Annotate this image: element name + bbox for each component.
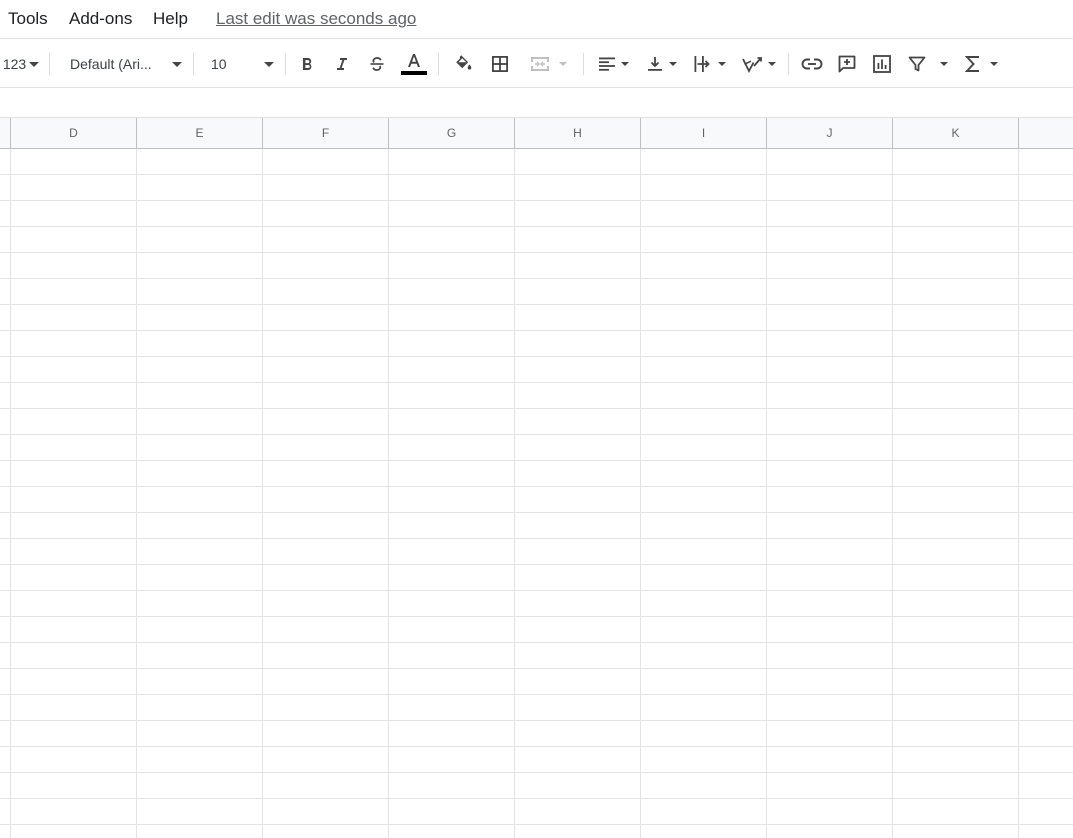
insert-link-button[interactable] xyxy=(797,39,827,89)
column-header-g[interactable]: G xyxy=(389,118,515,148)
filter-icon xyxy=(908,56,926,72)
chevron-down-icon xyxy=(620,62,629,66)
spreadsheet-grid: D E F G H I J K xyxy=(0,118,1073,838)
merge-cells-button[interactable] xyxy=(522,39,574,89)
strikethrough-icon xyxy=(370,57,384,71)
menu-help[interactable]: Help xyxy=(153,9,188,29)
italic-button[interactable] xyxy=(328,39,356,89)
chevron-down-icon xyxy=(717,62,726,66)
bold-button[interactable] xyxy=(293,39,321,89)
column-header-row: D E F G H I J K xyxy=(0,118,1073,149)
column-header-d[interactable]: D xyxy=(11,118,137,148)
borders-icon xyxy=(491,55,508,72)
chevron-down-icon xyxy=(767,62,776,66)
column-header-partial[interactable] xyxy=(0,118,11,148)
toolbar-divider xyxy=(438,53,439,75)
text-wrapping-button[interactable] xyxy=(688,39,730,89)
font-family-value: Default (Ari... xyxy=(70,56,152,72)
chevron-down-icon xyxy=(172,61,182,67)
text-rotation-icon xyxy=(741,57,762,73)
vertical-align-icon xyxy=(647,57,662,71)
insert-chart-button[interactable] xyxy=(868,39,896,89)
link-icon xyxy=(801,58,823,70)
filter-button[interactable] xyxy=(903,39,953,89)
chevron-down-icon xyxy=(989,62,998,66)
toolbar: 123 Default (Ari... 10 xyxy=(0,38,1073,88)
toolbar-divider xyxy=(193,53,194,75)
column-header-f[interactable]: F xyxy=(263,118,389,148)
number-format-label: 123 xyxy=(2,56,27,72)
toolbar-divider xyxy=(49,53,50,75)
functions-button[interactable] xyxy=(960,39,1002,89)
toolbar-divider xyxy=(788,53,789,75)
text-color-icon xyxy=(401,53,427,75)
column-header-i[interactable]: I xyxy=(641,118,767,148)
column-header-j[interactable]: J xyxy=(767,118,893,148)
column-header-e[interactable]: E xyxy=(137,118,263,148)
text-wrapping-icon xyxy=(694,56,710,72)
borders-button[interactable] xyxy=(486,39,514,89)
menu-add-ons[interactable]: Add-ons xyxy=(69,9,132,29)
toolbar-divider xyxy=(583,53,584,75)
cell-area[interactable] xyxy=(0,149,1073,838)
font-family-select[interactable]: Default (Ari... xyxy=(64,39,188,89)
font-size-select[interactable]: 10 xyxy=(205,39,280,89)
insert-comment-button[interactable] xyxy=(833,39,861,89)
vertical-align-button[interactable] xyxy=(640,39,682,89)
font-size-value: 10 xyxy=(211,56,227,72)
chevron-down-icon xyxy=(559,62,567,66)
bold-icon xyxy=(303,58,312,70)
chevron-down-icon xyxy=(668,62,677,66)
strikethrough-button[interactable] xyxy=(363,39,391,89)
chevron-down-icon xyxy=(264,61,274,67)
fill-color-button[interactable] xyxy=(448,39,478,89)
chart-icon xyxy=(873,55,891,73)
horizontal-align-button[interactable] xyxy=(592,39,634,89)
chevron-down-icon xyxy=(29,61,40,67)
functions-icon xyxy=(964,56,979,72)
fill-color-icon xyxy=(456,55,472,70)
menu-bar: Tools Add-ons Help Last edit was seconds… xyxy=(0,0,1073,38)
number-format-button[interactable]: 123 xyxy=(0,39,42,89)
chevron-down-icon xyxy=(940,62,948,66)
menu-tools[interactable]: Tools xyxy=(8,9,48,29)
horizontal-align-icon xyxy=(598,57,615,71)
merge-cells-icon xyxy=(531,57,549,71)
text-color-button[interactable] xyxy=(398,39,430,89)
toolbar-divider xyxy=(285,53,286,75)
comment-icon xyxy=(838,55,856,73)
column-header-h[interactable]: H xyxy=(515,118,641,148)
last-edit-link[interactable]: Last edit was seconds ago xyxy=(216,9,416,29)
column-header-k[interactable]: K xyxy=(893,118,1019,148)
italic-icon xyxy=(337,58,347,70)
formula-bar[interactable] xyxy=(0,88,1073,118)
text-rotation-button[interactable] xyxy=(737,39,779,89)
